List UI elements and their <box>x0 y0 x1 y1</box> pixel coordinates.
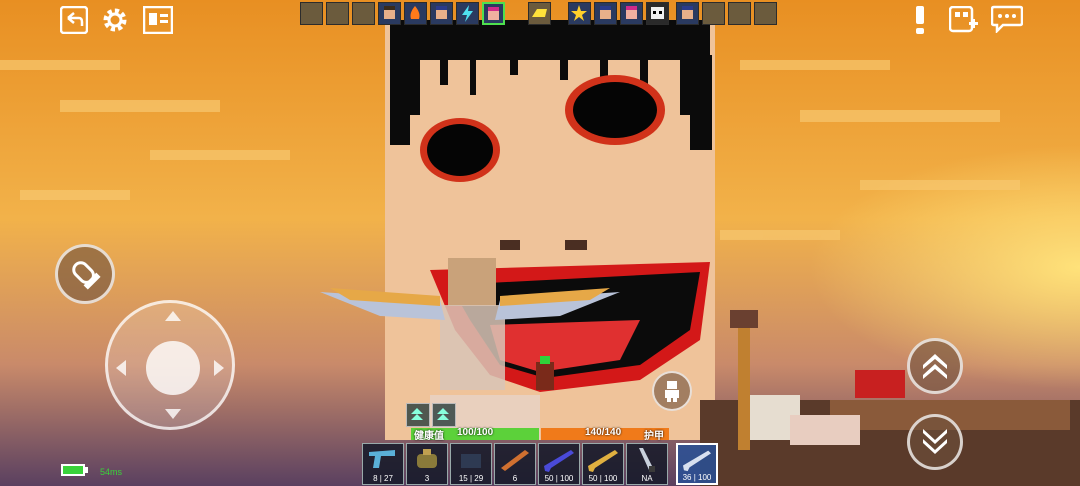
movement-joystick[interactable] <box>105 300 235 430</box>
rifle-icon <box>544 450 574 472</box>
character-icon <box>665 381 679 402</box>
face-icon <box>384 6 395 19</box>
health-label: 健康值 <box>414 431 444 442</box>
info-card-icon <box>143 6 173 34</box>
hotbar-slot-face-blue[interactable] <box>430 2 453 25</box>
weapon-ammo: 8 | 27 <box>373 474 393 483</box>
bullet-icon <box>72 261 101 290</box>
rocket-launcher-icon <box>501 450 529 471</box>
face-icon <box>682 6 693 19</box>
weapon-ammo: NA <box>641 474 653 483</box>
grenade-icon <box>417 449 437 468</box>
chat-button[interactable] <box>990 3 1024 35</box>
pistol-icon <box>369 450 395 468</box>
alert-button[interactable] <box>904 4 936 36</box>
settings-button[interactable] <box>99 4 131 36</box>
buff-up-icon <box>411 408 423 420</box>
ammo-box-icon <box>461 454 481 468</box>
chat-bubble-icon <box>991 5 1023 33</box>
descend-button[interactable] <box>907 414 963 470</box>
joystick-knob[interactable] <box>146 341 200 395</box>
joystick-up-arrow <box>165 311 181 321</box>
lightning-icon <box>462 5 473 22</box>
hotbar-slot-face[interactable] <box>594 2 617 25</box>
health-value: 100/100 <box>457 427 494 438</box>
armor-bar: 140/140 护甲 <box>541 427 669 442</box>
add-friend-button[interactable] <box>948 4 980 36</box>
emote-button[interactable] <box>652 371 692 411</box>
back-arrow-icon <box>60 6 88 34</box>
weapon-ammo: 50 | 100 <box>588 474 618 483</box>
top-hotbar <box>298 0 782 28</box>
hotbar-slot-gold[interactable] <box>528 2 551 25</box>
hotbar-slot[interactable] <box>754 2 777 25</box>
assault-rifle-icon <box>683 450 711 472</box>
weapon-slot-3[interactable]: 15 | 29 <box>450 443 492 485</box>
hotbar-slot-fire[interactable] <box>404 2 427 25</box>
weapon-slot-7[interactable]: NA <box>626 443 668 485</box>
gear-icon <box>103 8 127 32</box>
weapon-ammo: 6 <box>512 474 518 483</box>
face-icon <box>488 7 499 20</box>
hotbar-slot[interactable] <box>702 2 725 25</box>
joystick-down-arrow <box>165 409 181 419</box>
weapon-slot-8-selected[interactable]: 36 | 100 <box>676 443 718 485</box>
star-icon <box>571 5 587 21</box>
hotbar-slot[interactable] <box>300 2 323 25</box>
jump-up-button[interactable] <box>907 338 963 394</box>
weapon-slot-2[interactable]: 3 <box>406 443 448 485</box>
face-icon <box>626 6 637 19</box>
armor-value: 140/140 <box>585 427 622 438</box>
buff-slot[interactable] <box>406 403 430 427</box>
weapon-ammo: 50 | 100 <box>544 474 574 483</box>
hotbar-slot-face[interactable] <box>378 2 401 25</box>
double-chevron-up-icon <box>923 354 947 379</box>
hotbar-slot-star[interactable] <box>568 2 591 25</box>
health-bar: 健康值 100/100 <box>411 427 539 442</box>
battery-indicator <box>61 464 85 476</box>
weapon-slot-5[interactable]: 50 | 100 <box>538 443 580 485</box>
hotbar-slot[interactable] <box>728 2 751 25</box>
weapon-slot-4[interactable]: 6 <box>494 443 536 485</box>
gold-ingot-icon <box>532 9 547 17</box>
battery-tip <box>85 467 88 473</box>
exclamation-icon <box>916 6 924 34</box>
weapon-slot-6[interactable]: 50 | 100 <box>582 443 624 485</box>
hotbar-slot-face-pink[interactable] <box>620 2 643 25</box>
fire-icon <box>410 6 420 19</box>
gold-rifle-icon <box>588 450 618 472</box>
armor-label: 护甲 <box>644 431 664 442</box>
face-icon <box>600 6 611 19</box>
bullet-button[interactable] <box>55 244 115 304</box>
face-icon <box>436 6 447 19</box>
buff-slot[interactable] <box>432 403 456 427</box>
weapon-ammo: 15 | 29 <box>458 474 484 483</box>
hotbar-slot-lightning[interactable] <box>456 2 479 25</box>
add-friend-icon <box>949 6 978 33</box>
hotbar-slot-skull[interactable] <box>646 2 669 25</box>
weapon-ammo: 3 <box>424 474 430 483</box>
hotbar-slot-face[interactable] <box>676 2 699 25</box>
battery-icon <box>63 478 64 479</box>
hotbar-slot[interactable] <box>352 2 375 25</box>
game-info-button[interactable] <box>142 4 174 36</box>
ping-text: 54ms <box>100 467 123 477</box>
knife-icon <box>639 448 655 472</box>
weapon-ammo: 36 | 100 <box>682 473 712 482</box>
joystick-left-arrow <box>116 360 126 376</box>
hotbar-slot-face-pink[interactable] <box>482 2 505 25</box>
hotbar-slot[interactable] <box>326 2 349 25</box>
double-chevron-down-icon <box>923 429 947 454</box>
weapon-slot-1[interactable]: 8 | 27 <box>362 443 404 485</box>
buff-up-icon <box>437 408 449 420</box>
skull-icon <box>651 7 664 19</box>
joystick-right-arrow <box>214 360 224 376</box>
back-button[interactable] <box>58 4 90 36</box>
